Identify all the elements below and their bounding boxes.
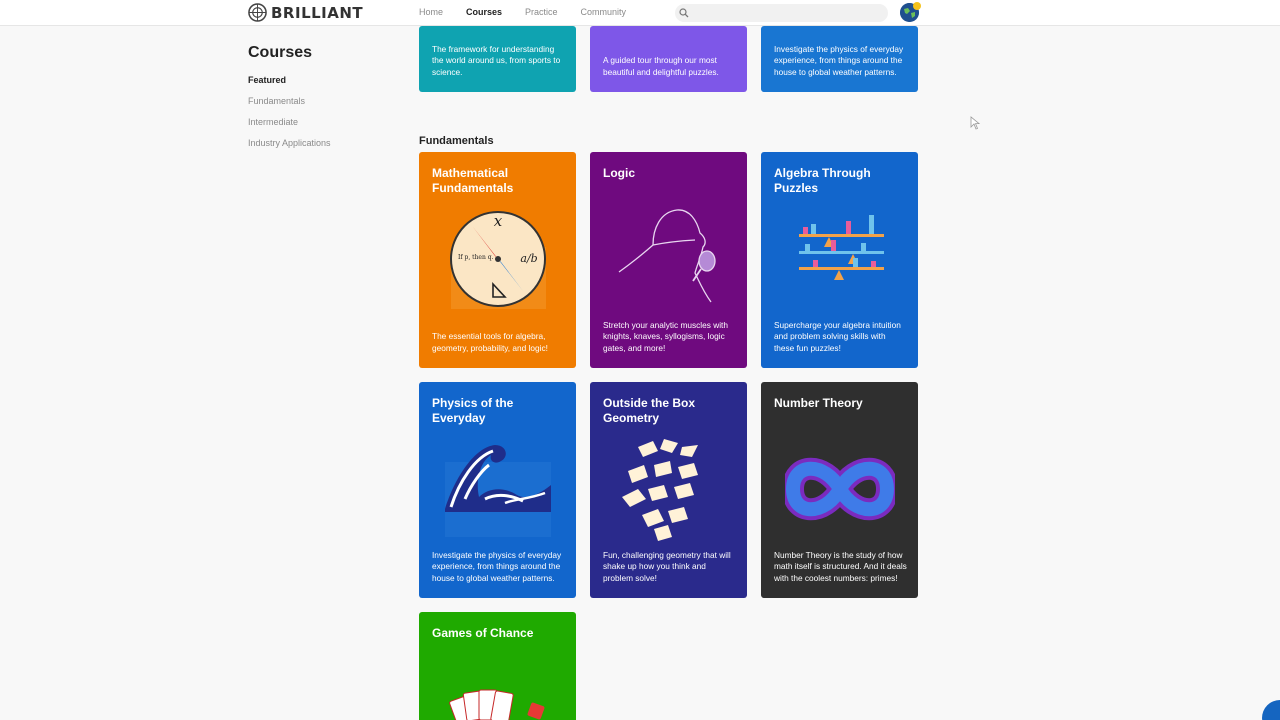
course-card-games-of-chance[interactable]: Games of Chance <box>419 612 576 720</box>
featured-course-card[interactable]: The framework for understanding the worl… <box>419 26 576 92</box>
course-card-outside-the-box-geometry[interactable]: Outside the Box Geometry Fun, challengin… <box>590 382 747 598</box>
folded-paper-geometry-illustration <box>622 439 698 541</box>
search-input[interactable] <box>675 4 888 22</box>
course-title: Algebra Through Puzzles <box>774 166 871 195</box>
course-description: Investigate the physics of everyday expe… <box>432 550 562 583</box>
compass-illustration: x a/b If p, then q. <box>450 211 546 309</box>
course-title: Outside the Box Geometry <box>603 396 696 425</box>
section-title-fundamentals: Fundamentals <box>419 135 494 147</box>
course-title: Physics of the Everyday <box>432 396 514 425</box>
course-title: Mathematical Fundamentals <box>432 166 514 195</box>
nav-home[interactable]: Home <box>419 7 443 17</box>
brilliant-logo-icon <box>248 3 267 22</box>
art-label-x: x <box>494 212 503 230</box>
sidebar-title: Courses <box>248 44 313 61</box>
course-description: The essential tools for algebra, geometr… <box>432 331 548 353</box>
nav-community[interactable]: Community <box>581 7 627 17</box>
art-label-if: If p, then q. <box>458 254 494 261</box>
course-description: Number Theory is the study of how math i… <box>774 550 907 583</box>
course-title: Games of Chance <box>432 626 534 640</box>
sidebar-item-intermediate[interactable]: Intermediate <box>248 117 331 138</box>
course-description: Stretch your analytic muscles with knigh… <box>603 320 728 353</box>
brilliant-logo[interactable]: BRILLIANT <box>248 3 363 22</box>
great-wave-illustration <box>445 445 551 537</box>
course-card-algebra-through-puzzles[interactable]: Algebra Through Puzzles Supercharge your… <box>761 152 918 368</box>
nav-practice[interactable]: Practice <box>525 7 558 17</box>
course-description: Investigate the physics of everyday expe… <box>774 44 904 77</box>
sidebar-item-fundamentals[interactable]: Fundamentals <box>248 96 331 117</box>
top-navigation-bar: BRILLIANT Home Courses Practice Communit… <box>0 0 1280 26</box>
playing-cards-illustration <box>449 689 545 720</box>
course-card-logic[interactable]: Logic Stretch your analytic muscles with… <box>590 152 747 368</box>
main-nav: Home Courses Practice Community <box>419 7 626 17</box>
course-description: The framework for understanding the worl… <box>432 44 561 77</box>
course-title: Number Theory <box>774 396 863 410</box>
sidebar-menu: Featured Fundamentals Intermediate Indus… <box>248 75 331 159</box>
course-description: Supercharge your algebra intuition and p… <box>774 320 901 353</box>
course-card-number-theory[interactable]: Number Theory Number Theory is the study… <box>761 382 918 598</box>
sidebar-item-featured[interactable]: Featured <box>248 75 331 96</box>
logo-text: BRILLIANT <box>271 3 364 22</box>
course-card-mathematical-fundamentals[interactable]: Mathematical Fundamentals x a/b If p, th… <box>419 152 576 368</box>
balance-scales-illustration <box>799 215 884 280</box>
art-label-ab: a/b <box>520 252 537 265</box>
nav-courses[interactable]: Courses <box>466 7 502 17</box>
course-description: Fun, challenging geometry that will shak… <box>603 550 731 583</box>
notification-badge <box>913 2 921 10</box>
infinity-symbol-illustration <box>785 457 895 521</box>
featured-course-card[interactable]: Investigate the physics of everyday expe… <box>761 26 918 92</box>
help-chat-button[interactable] <box>1262 700 1280 720</box>
featured-course-card[interactable]: A guided tour through our most beautiful… <box>590 26 747 92</box>
course-card-physics-of-the-everyday[interactable]: Physics of the Everyday Investigate the … <box>419 382 576 598</box>
mouse-cursor-icon <box>970 116 980 130</box>
detective-silhouette-illustration <box>618 209 716 303</box>
course-title: Logic <box>603 166 635 180</box>
sidebar-item-industry-applications[interactable]: Industry Applications <box>248 138 331 159</box>
search-icon <box>679 8 689 18</box>
course-description: A guided tour through our most beautiful… <box>603 55 719 77</box>
